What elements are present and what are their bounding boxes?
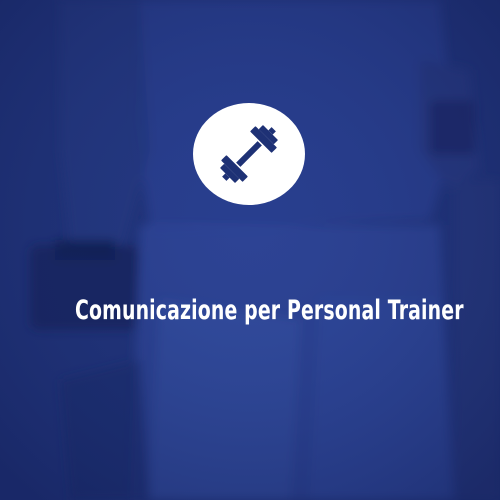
icon-badge bbox=[193, 103, 305, 205]
background-photo bbox=[0, 0, 500, 500]
dumbbell-icon bbox=[220, 125, 278, 183]
promo-card: Comunicazione per Personal Trainer bbox=[0, 0, 500, 500]
card-title: Comunicazione per Personal Trainer bbox=[75, 295, 464, 326]
